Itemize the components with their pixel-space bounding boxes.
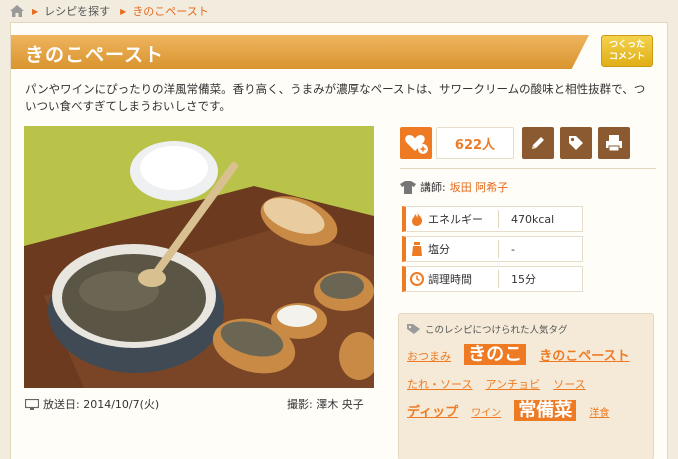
photographer-text: 撮影: 澤木 央子 <box>287 398 364 411</box>
tag-link[interactable]: ディップ <box>407 405 458 420</box>
tag-icon <box>569 136 583 150</box>
tag-list: おつまみ きのこ きのこペースト たれ・ソース アンチョビ ソース ディップ ワ… <box>407 342 649 427</box>
title-bar: きのこペースト <box>11 35 589 69</box>
photographer: 撮影: 澤木 央子 <box>287 396 364 412</box>
tag-icon <box>407 324 420 334</box>
tag-button[interactable] <box>560 127 592 159</box>
comment-button-line-1: つくった <box>608 40 645 50</box>
favorite-button[interactable] <box>400 127 432 159</box>
salt-icon <box>412 242 422 256</box>
tag-link[interactable]: ワイン <box>471 408 501 419</box>
breadcrumb-item-current: きのこペースト <box>132 5 209 18</box>
info-row-salt: 塩分 - <box>402 236 583 262</box>
recipe-description: パンやワインにぴったりの洋風常備菜。香り高く、うまみが濃厚なペーストは、サワーク… <box>25 82 646 113</box>
breadcrumb-arrow-icon: ▶ <box>32 6 39 16</box>
info-label: 塩分 <box>428 243 450 256</box>
tag-link[interactable]: 常備菜 <box>514 400 577 421</box>
flame-icon <box>412 212 423 226</box>
tag-link[interactable]: たれ・ソース <box>407 378 472 391</box>
popular-tags: このレシピにつけられた人気タグ おつまみ きのこ きのこペースト たれ・ソース … <box>398 313 654 459</box>
info-divider <box>498 240 499 258</box>
heart-plus-icon <box>405 135 428 154</box>
page-title: きのこペースト <box>25 44 165 66</box>
info-divider <box>498 210 499 228</box>
edit-button[interactable] <box>522 127 554 159</box>
lecturer: 講師: 坂田 阿希子 <box>400 179 508 195</box>
info-row-energy: エネルギー 470kcal <box>402 206 583 232</box>
info-divider <box>498 270 499 288</box>
breadcrumb-arrow-icon: ▶ <box>120 6 127 16</box>
tag-link[interactable]: きのこペースト <box>539 349 629 364</box>
info-value: 15分 <box>511 273 536 286</box>
breadcrumb: ▶ レシピを探す ▶ きのこペースト <box>10 2 219 20</box>
tag-link[interactable]: 洋食 <box>589 408 609 419</box>
info-value: - <box>511 242 515 256</box>
lecturer-name[interactable]: 坂田 阿希子 <box>450 179 509 195</box>
info-row-cooking-time: 調理時間 15分 <box>402 266 583 292</box>
printer-icon <box>606 135 622 152</box>
tag-link[interactable]: おつまみ <box>407 350 451 363</box>
tag-link[interactable]: ソース <box>553 378 585 391</box>
recipe-panel: きのこペースト つくった コメント パンやワインにぴったりの洋風常備菜。香り高く… <box>10 22 668 459</box>
popular-tags-heading: このレシピにつけられた人気タグ <box>407 322 568 336</box>
info-label: エネルギー <box>428 213 483 226</box>
tv-icon <box>25 398 39 410</box>
home-icon[interactable] <box>10 5 24 17</box>
info-value: 470kcal <box>511 212 555 226</box>
tag-link[interactable]: アンチョビ <box>486 378 541 391</box>
comment-button-line-2: コメント <box>608 52 645 62</box>
recipe-photo <box>24 126 374 388</box>
favorite-count: 622人 <box>436 127 514 159</box>
pencil-icon <box>532 137 544 149</box>
shirt-icon <box>400 180 416 194</box>
print-button[interactable] <box>598 127 630 159</box>
breadcrumb-item-search[interactable]: レシピを探す <box>44 3 110 19</box>
divider <box>400 168 656 169</box>
lecturer-label: 講師: <box>420 181 446 194</box>
popular-tags-title: このレシピにつけられた人気タグ <box>425 325 568 336</box>
clock-icon <box>410 272 424 286</box>
broadcast-date: 放送日: 2014/10/7(火) <box>25 396 159 412</box>
info-label: 調理時間 <box>428 273 472 286</box>
broadcast-date-text: 放送日: 2014/10/7(火) <box>43 398 160 411</box>
tag-link[interactable]: きのこ <box>464 344 527 365</box>
made-it-comment-button[interactable]: つくった コメント <box>601 35 653 67</box>
